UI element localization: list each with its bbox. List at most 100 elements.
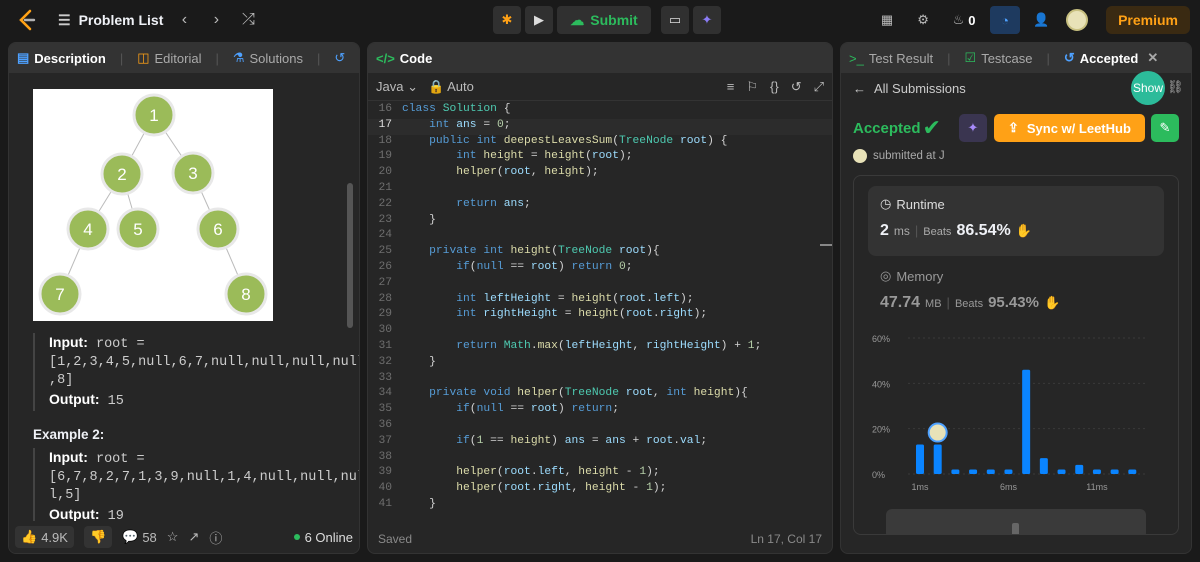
- terminal-icon: >_: [849, 50, 864, 66]
- code-line[interactable]: 25 private int height(TreeNode root){: [368, 245, 832, 261]
- settings-gear-icon[interactable]: ⚙: [908, 6, 938, 34]
- tab-solutions[interactable]: ⚗ Solutions: [233, 50, 303, 66]
- distribution-bar[interactable]: [1092, 469, 1101, 474]
- leetcode-logo[interactable]: [14, 7, 40, 33]
- note-icon: ▭: [668, 12, 682, 27]
- code-line[interactable]: 31 return Math.max(leftHeight, rightHeig…: [368, 340, 832, 356]
- distribution-bar[interactable]: [1128, 469, 1137, 474]
- code-line[interactable]: 22 return ans;: [368, 198, 832, 214]
- timer-icon[interactable]: ◔: [990, 6, 1021, 34]
- show-button[interactable]: Show: [1131, 71, 1165, 105]
- description-scrollbar[interactable]: [347, 183, 353, 328]
- distribution-bar[interactable]: [951, 469, 960, 474]
- streak-counter[interactable]: ♨ 0: [944, 6, 984, 34]
- layout-icon[interactable]: ▦: [872, 6, 902, 34]
- ai-analyze-button[interactable]: ✦: [958, 114, 987, 142]
- share-icon[interactable]: ↗: [188, 529, 199, 545]
- premium-button[interactable]: Premium: [1106, 6, 1190, 34]
- tab-accepted[interactable]: ↺ Accepted ✕: [1064, 50, 1158, 66]
- distribution-bar[interactable]: [933, 444, 942, 474]
- code-line[interactable]: 41 }: [368, 498, 832, 514]
- add-user-icon[interactable]: 👤: [1026, 6, 1056, 34]
- tab-editorial[interactable]: ◫ Editorial: [137, 50, 201, 66]
- code-line[interactable]: 33: [368, 372, 832, 388]
- code-line[interactable]: 27: [368, 277, 832, 293]
- memory-card[interactable]: ◎ Memory 47.74 MB | Beats 95.43% ✋: [868, 256, 1164, 326]
- history-icon: ↺: [1063, 50, 1075, 65]
- prev-problem-icon[interactable]: ‹: [173, 11, 195, 29]
- submit-button[interactable]: ☁ Submit: [557, 6, 651, 34]
- code-line[interactable]: 34 private void helper(TreeNode root, in…: [368, 387, 832, 403]
- code-line[interactable]: 29 int rightHeight = height(root.right);: [368, 308, 832, 324]
- run-button[interactable]: ▶: [525, 6, 553, 34]
- code-line[interactable]: 20 helper(root, height);: [368, 166, 832, 182]
- code-editor[interactable]: 16 class Solution {17 int ans = 0; 18 publ…: [368, 101, 832, 514]
- code-line[interactable]: 40 helper(root.right, height - 1);: [368, 482, 832, 498]
- expand-icon[interactable]: ⤢: [814, 79, 824, 95]
- star-icon[interactable]: ☆: [167, 529, 179, 545]
- tab-testcase[interactable]: ☑ Testcase: [965, 50, 1033, 66]
- edit-button[interactable]: ✎: [1150, 114, 1179, 142]
- distribution-bar[interactable]: [916, 444, 924, 474]
- problem-list-button[interactable]: ☰ Problem List: [58, 12, 163, 29]
- auto-mode[interactable]: 🔒 Auto: [428, 79, 474, 95]
- close-icon[interactable]: ✕: [1147, 50, 1158, 66]
- code-text: private int height(TreeNode root){: [429, 245, 660, 258]
- slider-handle[interactable]: [1012, 523, 1019, 534]
- like-button[interactable]: 👍 4.9K: [15, 526, 74, 548]
- code-line[interactable]: 39 helper(root.left, height - 1);: [368, 466, 832, 482]
- code-line[interactable]: 28 int leftHeight = height(root.left);: [368, 293, 832, 309]
- code-toolbar: Java ⌄ 🔒 Auto ≡ ⚐ {} ↺ ⤢: [368, 73, 832, 101]
- distribution-bar[interactable]: [969, 469, 978, 474]
- code-line[interactable]: 23 }: [368, 214, 832, 230]
- avatar[interactable]: [1062, 6, 1092, 34]
- code-line[interactable]: 37 if(1 == height) ans = ans + root.val;: [368, 435, 832, 451]
- range-slider[interactable]: [886, 509, 1146, 534]
- language-select[interactable]: Java ⌄: [376, 79, 418, 95]
- code-line[interactable]: 35 if(null == root) return;: [368, 403, 832, 419]
- code-text: int rightHeight = height(root.right);: [456, 308, 708, 321]
- history-icon[interactable]: ↺: [334, 50, 345, 66]
- distribution-bar[interactable]: [1110, 469, 1119, 474]
- description-tabs: ▤ Description | ◫ Editorial | ⚗ Solutions |…: [9, 43, 359, 73]
- link-icon[interactable]: ⛓: [1167, 79, 1184, 95]
- code-line[interactable]: 19 int height = height(root);: [368, 150, 832, 166]
- comment-icon: 💬: [122, 529, 139, 544]
- tab-description[interactable]: ▤ Description: [17, 50, 106, 66]
- code-line[interactable]: 32 }: [368, 356, 832, 372]
- maximize-icon[interactable]: ⛶: [359, 50, 360, 66]
- code-line[interactable]: 17 int ans = 0;: [368, 118, 832, 135]
- code-line[interactable]: 21: [368, 182, 832, 198]
- code-line[interactable]: 26 if(null == root) return 0;: [368, 261, 832, 277]
- bookmark-icon[interactable]: ⚐: [746, 79, 758, 95]
- code-line[interactable]: 30: [368, 324, 832, 340]
- runtime-card[interactable]: ◷ Runtime 2 ms | Beats 86.54% ✋: [868, 186, 1164, 256]
- code-line[interactable]: 16 class Solution {: [368, 103, 832, 119]
- distribution-bar[interactable]: [1075, 464, 1084, 474]
- format-icon[interactable]: ≡: [727, 79, 735, 95]
- result-panel: >_ Test Result | ☑ Testcase | ↺ Accepted ✕ ←…: [840, 42, 1192, 554]
- distribution-bar[interactable]: [1039, 458, 1048, 474]
- tab-test-result[interactable]: >_ Test Result: [849, 51, 933, 66]
- distribution-bar[interactable]: [1057, 469, 1066, 474]
- help-icon[interactable]: ⓘ: [209, 528, 222, 547]
- tab-code[interactable]: </> Code: [376, 51, 432, 66]
- next-problem-icon[interactable]: ›: [205, 11, 227, 29]
- reset-icon[interactable]: ↺: [791, 79, 802, 95]
- note-button[interactable]: ▭: [661, 6, 689, 34]
- code-line[interactable]: 36: [368, 419, 832, 435]
- braces-icon[interactable]: {}: [770, 79, 779, 95]
- code-line[interactable]: 38: [368, 451, 832, 467]
- comments-button[interactable]: 💬 58: [122, 529, 157, 545]
- sync-leethub-button[interactable]: ⇪ Sync w/ LeetHub: [993, 114, 1145, 142]
- distribution-bar[interactable]: [1004, 469, 1013, 474]
- y-tick-label: 0%: [872, 470, 885, 480]
- ai-button[interactable]: ✦: [693, 6, 721, 34]
- code-line[interactable]: 24: [368, 229, 832, 245]
- debug-button[interactable]: ✱: [493, 6, 521, 34]
- code-line[interactable]: 18 public int deepestLeavesSum(TreeNode …: [368, 135, 832, 151]
- distribution-bar[interactable]: [986, 469, 995, 474]
- distribution-bar[interactable]: [1022, 369, 1031, 474]
- shuffle-icon[interactable]: ⤮: [237, 11, 259, 29]
- dislike-button[interactable]: 👎: [83, 526, 113, 548]
